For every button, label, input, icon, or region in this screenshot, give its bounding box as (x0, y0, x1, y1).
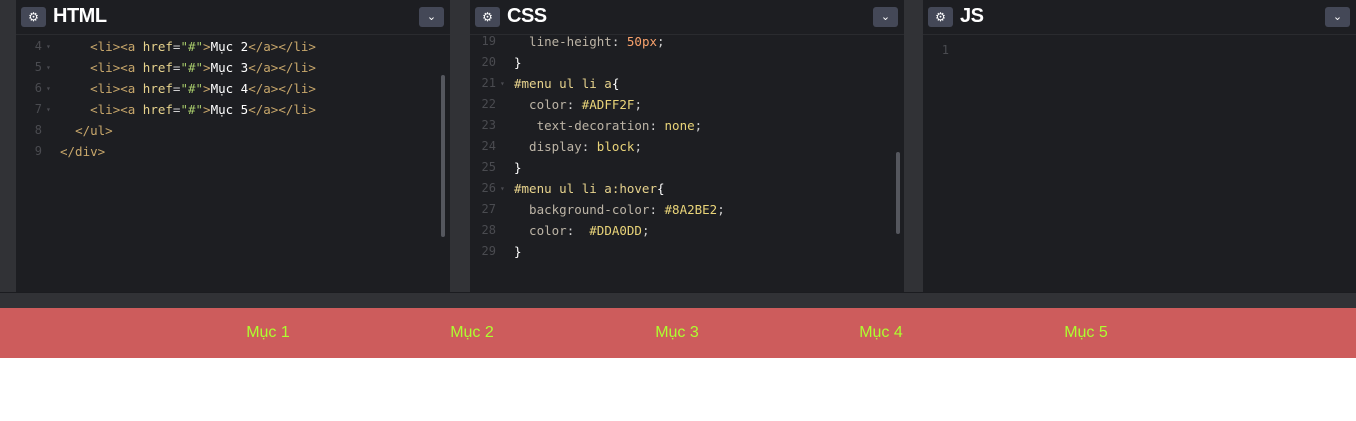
code-text: #menu ul li a:hover{ (514, 181, 665, 196)
code-text: background-color: #8A2BE2; (514, 202, 725, 217)
pane-divider[interactable] (904, 0, 923, 292)
line-number: 4 (34, 39, 42, 53)
pane-title: JS (960, 5, 984, 27)
html-code-editor[interactable]: 4 ▾ <li><a href="#">Mục 2</a></li> 5 ▾ <li>… (16, 36, 450, 292)
fold-arrow-icon[interactable]: ▾ (46, 99, 51, 120)
code-text: <li><a href="#">Mục 5</a></li> (90, 102, 316, 117)
code-text: color: #DDA0DD; (514, 223, 650, 238)
preview-pane: Mục 1 Mục 2 Mục 3 Mục 4 Mục 5 (0, 308, 1356, 421)
scrollbar[interactable] (896, 152, 900, 234)
css-pane-header: ⚙ CSS ⌄ (470, 0, 904, 35)
pane-divider[interactable] (450, 0, 470, 292)
css-code-editor[interactable]: 19 line-height: 50px; 20} 21 ▾ #menu ul li a… (470, 34, 904, 292)
chevron-down-icon[interactable]: ⌄ (873, 7, 898, 27)
menu-item[interactable]: Mục 2 (422, 308, 522, 358)
code-text: } (514, 160, 522, 175)
line-number: 5 (34, 60, 42, 74)
line-number: 1 (941, 43, 949, 57)
js-pane-header: ⚙ JS ⌄ (923, 0, 1356, 35)
menu-item[interactable]: Mục 4 (831, 308, 931, 358)
fold-arrow-icon[interactable]: ▾ (46, 57, 51, 78)
code-text: display: block; (514, 139, 642, 154)
fold-arrow-icon[interactable]: ▾ (46, 36, 51, 57)
code-text: <li><a href="#">Mục 3</a></li> (90, 60, 316, 75)
fold-arrow-icon[interactable]: ▾ (46, 78, 51, 99)
gear-icon[interactable]: ⚙ (928, 7, 953, 27)
left-gutter (0, 0, 16, 292)
code-text: } (514, 55, 522, 70)
line-number: 20 (481, 55, 496, 69)
code-text: <li><a href="#">Mục 4</a></li> (90, 81, 316, 96)
gear-icon[interactable]: ⚙ (475, 7, 500, 27)
line-number: 21 (481, 76, 496, 90)
resize-handle[interactable] (0, 292, 1356, 308)
chevron-down-icon[interactable]: ⌄ (1325, 7, 1350, 27)
menu-bar: Mục 1 Mục 2 Mục 3 Mục 4 Mục 5 (0, 308, 1356, 358)
css-pane: ⚙ CSS ⌄ 19 line-height: 50px; 20} 21 ▾ #menu… (470, 0, 904, 292)
line-number: 22 (481, 97, 496, 111)
line-number: 27 (481, 202, 496, 216)
editor-area: ⚙ HTML ⌄ 4 ▾ <li><a href="#">Mục 2</a></l… (0, 0, 1356, 292)
js-pane: ⚙ JS ⌄ 1 (923, 0, 1356, 292)
line-number: 28 (481, 223, 496, 237)
pane-title: CSS (507, 5, 547, 27)
line-number: 23 (481, 118, 496, 132)
line-number: 8 (34, 123, 42, 137)
line-number: 26 (481, 181, 496, 195)
html-pane: ⚙ HTML ⌄ 4 ▾ <li><a href="#">Mục 2</a></l… (16, 0, 450, 292)
menu-item[interactable]: Mục 3 (627, 308, 727, 358)
line-number: 7 (34, 102, 42, 116)
code-text: color: #ADFF2F; (514, 97, 642, 112)
code-text: #menu ul li a{ (514, 76, 620, 91)
code-text: </div> (60, 144, 106, 159)
gear-icon[interactable]: ⚙ (21, 7, 46, 27)
line-number: 6 (34, 81, 42, 95)
line-number: 19 (481, 34, 496, 48)
menu-item[interactable]: Mục 5 (1036, 308, 1136, 358)
scrollbar[interactable] (441, 75, 445, 237)
line-number: 9 (34, 144, 42, 158)
chevron-down-icon[interactable]: ⌄ (419, 7, 444, 27)
fold-arrow-icon[interactable]: ▾ (500, 73, 505, 94)
line-number: 25 (481, 160, 496, 174)
fold-arrow-icon[interactable]: ▾ (500, 178, 505, 199)
code-text: text-decoration: none; (514, 118, 703, 133)
js-code-editor[interactable]: 1 (923, 36, 1356, 292)
code-text: </ul> (75, 123, 113, 138)
line-number: 24 (481, 139, 496, 153)
line-number: 29 (481, 244, 496, 258)
code-text: line-height: 50px; (514, 34, 665, 49)
pane-title: HTML (53, 5, 107, 27)
menu-item[interactable]: Mục 1 (218, 308, 318, 358)
html-pane-header: ⚙ HTML ⌄ (16, 0, 450, 35)
code-text: <li><a href="#">Mục 2</a></li> (90, 39, 316, 54)
code-text: } (514, 244, 522, 259)
